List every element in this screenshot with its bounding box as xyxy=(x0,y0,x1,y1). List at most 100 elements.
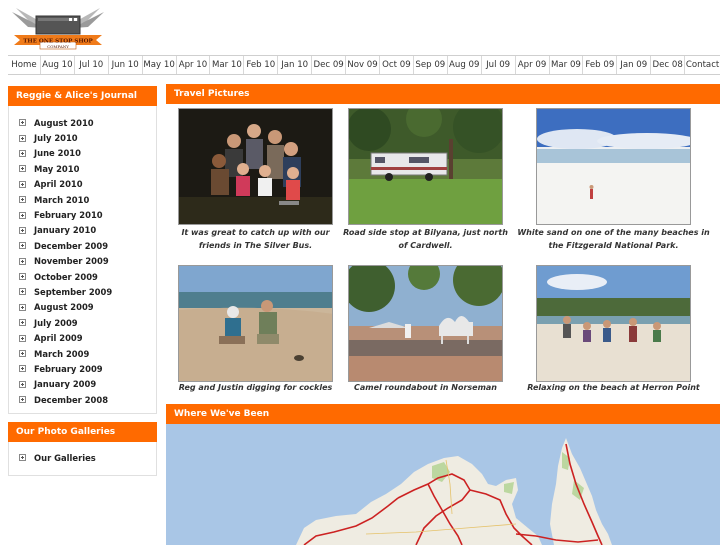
expand-plus-icon[interactable] xyxy=(19,350,26,358)
nav-item-oct-09[interactable]: Oct 09 xyxy=(380,56,414,74)
journal-item-label: August 2009 xyxy=(34,302,94,313)
journal-item-july-2010[interactable]: July 2010 xyxy=(9,130,156,145)
journal-item-december-2008[interactable]: December 2008 xyxy=(9,392,156,407)
nav-item-home[interactable]: Home xyxy=(8,56,41,74)
journal-item-label: July 2009 xyxy=(34,317,78,328)
journal-item-september-2009[interactable]: September 2009 xyxy=(9,284,156,299)
journal-item-label: August 2010 xyxy=(34,117,94,128)
nav-item-nov-09[interactable]: Nov 09 xyxy=(346,56,380,74)
journal-item-august-2010[interactable]: August 2010 xyxy=(9,115,156,130)
journal-item-august-2009[interactable]: August 2009 xyxy=(9,300,156,315)
expand-plus-icon[interactable] xyxy=(19,149,26,157)
photo-caption: It was great to catch up with our friend… xyxy=(181,228,330,250)
expand-plus-icon[interactable] xyxy=(19,180,26,188)
nav-item-apr-10[interactable]: Apr 10 xyxy=(177,56,211,74)
nav-item-aug-09[interactable]: Aug 09 xyxy=(448,56,482,74)
expand-plus-icon[interactable] xyxy=(19,454,26,462)
journal-item-label: June 2010 xyxy=(34,148,81,159)
journal-item-label: February 2010 xyxy=(34,210,103,221)
photo-fitzgerald-beach[interactable] xyxy=(536,108,691,225)
expand-plus-icon[interactable] xyxy=(19,303,26,311)
photo-herron-point[interactable] xyxy=(536,265,691,382)
expand-plus-icon[interactable] xyxy=(19,165,26,173)
journal-item-december-2009[interactable]: December 2009 xyxy=(9,238,156,253)
expand-plus-icon[interactable] xyxy=(19,273,26,281)
journal-item-label: January 2010 xyxy=(34,225,97,236)
journal-item-january-2009[interactable]: January 2009 xyxy=(9,377,156,392)
photo-bilyana-roadside[interactable] xyxy=(348,108,503,225)
expand-plus-icon[interactable] xyxy=(19,319,26,327)
nav-item-mar-09[interactable]: Mar 09 xyxy=(550,56,584,74)
journal-item-february-2009[interactable]: February 2009 xyxy=(9,361,156,376)
nav-item-apr-09[interactable]: Apr 09 xyxy=(516,56,550,74)
journal-item-january-2010[interactable]: January 2010 xyxy=(9,223,156,238)
logo-line2: COMPANY xyxy=(47,44,69,49)
expand-plus-icon[interactable] xyxy=(19,196,26,204)
nav-item-feb-10[interactable]: Feb 10 xyxy=(244,56,279,74)
journal-item-october-2009[interactable]: October 2009 xyxy=(9,269,156,284)
journal-item-june-2010[interactable]: June 2010 xyxy=(9,146,156,161)
expand-plus-icon[interactable] xyxy=(19,134,26,142)
galleries-panel: Our Galleries xyxy=(8,442,157,476)
journal-item-march-2009[interactable]: March 2009 xyxy=(9,346,156,361)
nav-item-jun-10[interactable]: Jun 10 xyxy=(109,56,143,74)
gallery-item-our-galleries[interactable]: Our Galleries xyxy=(9,450,156,465)
nav-item-jul-10[interactable]: Jul 10 xyxy=(75,56,109,74)
expand-plus-icon[interactable] xyxy=(19,380,26,388)
expand-plus-icon[interactable] xyxy=(19,226,26,234)
journal-item-july-2009[interactable]: July 2009 xyxy=(9,315,156,330)
nav-item-dec-09[interactable]: Dec 09 xyxy=(312,56,347,74)
journal-item-november-2009[interactable]: November 2009 xyxy=(9,254,156,269)
expand-plus-icon[interactable] xyxy=(19,396,26,404)
travel-pictures-header: Travel Pictures xyxy=(166,84,720,104)
expand-plus-icon[interactable] xyxy=(19,242,26,250)
nav-item-jan-10[interactable]: Jan 10 xyxy=(278,56,313,74)
photo-digging-cockles[interactable] xyxy=(178,265,333,382)
travel-route-map[interactable] xyxy=(166,424,720,545)
journal-item-april-2009[interactable]: April 2009 xyxy=(9,330,156,345)
where-weve-been-header: Where We've Been xyxy=(166,404,720,424)
gallery-item-label: Our Galleries xyxy=(34,452,96,463)
journal-item-label: March 2010 xyxy=(34,194,90,205)
journal-item-april-2010[interactable]: April 2010 xyxy=(9,177,156,192)
journal-item-label: January 2009 xyxy=(34,379,97,390)
photo-caption: Reg and Justin digging for cockles xyxy=(178,383,333,392)
journal-header: Reggie & Alice's Journal xyxy=(8,86,157,106)
journal-list: August 2010 July 2010 June 2010 May 2010 Apr… xyxy=(9,106,156,407)
nav-item-sep-09[interactable]: Sep 09 xyxy=(414,56,448,74)
expand-plus-icon[interactable] xyxy=(19,334,26,342)
nav-item-dec-08[interactable]: Dec 08 xyxy=(651,56,686,74)
journal-item-may-2010[interactable]: May 2010 xyxy=(9,161,156,176)
galleries-header: Our Photo Galleries xyxy=(8,422,157,442)
journal-panel: August 2010 July 2010 June 2010 May 2010 Apr… xyxy=(8,106,157,414)
galleries-list: Our Galleries xyxy=(9,442,156,465)
photo-caption: Camel roundabout in Norseman xyxy=(353,383,498,392)
nav-item-jul-09[interactable]: Jul 09 xyxy=(482,56,516,74)
expand-plus-icon[interactable] xyxy=(19,365,26,373)
company-logo[interactable]: THE ONE STOP SHOP COMPANY xyxy=(8,2,108,50)
photo-caption: Road side stop at Bilyana, just north of… xyxy=(343,228,508,250)
journal-item-label: December 2008 xyxy=(34,394,109,405)
photo-caption: White sand on one of the many beaches in… xyxy=(517,228,710,250)
journal-item-label: November 2009 xyxy=(34,256,109,267)
journal-item-march-2010[interactable]: March 2010 xyxy=(9,192,156,207)
photo-camel-roundabout[interactable] xyxy=(348,265,503,382)
nav-item-may-10[interactable]: May 10 xyxy=(143,56,177,74)
expand-plus-icon[interactable] xyxy=(19,211,26,219)
nav-item-contact[interactable]: Contact xyxy=(685,56,720,74)
journal-item-label: April 2009 xyxy=(34,333,83,344)
journal-item-label: July 2010 xyxy=(34,133,78,144)
nav-item-jan-09[interactable]: Jan 09 xyxy=(617,56,652,74)
nav-item-mar-10[interactable]: Mar 10 xyxy=(210,56,245,74)
nav-item-aug-10[interactable]: Aug 10 xyxy=(41,56,75,74)
journal-item-february-2010[interactable]: February 2010 xyxy=(9,207,156,222)
expand-plus-icon[interactable] xyxy=(19,119,26,127)
journal-item-label: April 2010 xyxy=(34,179,83,190)
nav-item-feb-09[interactable]: Feb 09 xyxy=(583,56,618,74)
top-navigation: Home Aug 10 Jul 10 Jun 10 May 10 Apr 10 Mar 10… xyxy=(8,55,720,75)
expand-plus-icon[interactable] xyxy=(19,257,26,265)
journal-item-label: September 2009 xyxy=(34,286,113,297)
journal-item-label: October 2009 xyxy=(34,271,98,282)
expand-plus-icon[interactable] xyxy=(19,288,26,296)
photo-friends-silver-bus[interactable] xyxy=(178,108,333,225)
